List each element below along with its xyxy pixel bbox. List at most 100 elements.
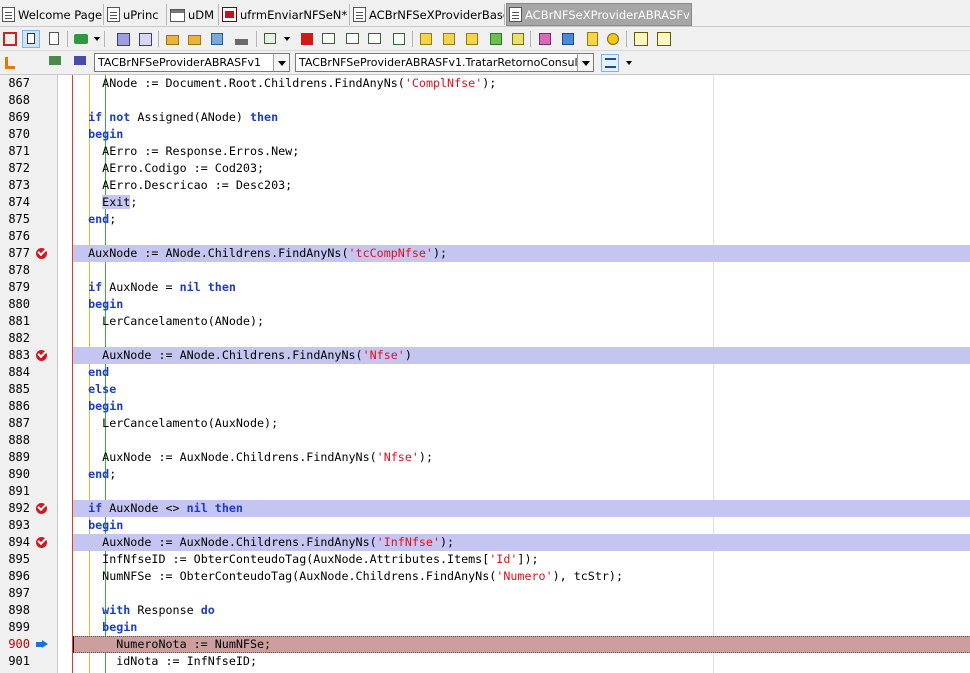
code-line[interactable]: 884 end <box>0 364 970 381</box>
code-line[interactable]: 878 <box>0 262 970 279</box>
history-button[interactable] <box>487 30 505 48</box>
code-line[interactable]: 881 LerCancelamento(ANode); <box>0 313 970 330</box>
database-button[interactable] <box>463 30 481 48</box>
method-selector-dropdown[interactable]: TACBrNFSeProviderABRASFv1.TratarRetornoC… <box>295 53 594 72</box>
code-line[interactable]: 875 end; <box>0 211 970 228</box>
line-highlight <box>73 211 970 228</box>
structure-view-button[interactable] <box>1 30 19 48</box>
code-line[interactable]: 896 NumNFSe := ObterConteudoTag(AuxNode.… <box>0 568 970 585</box>
code-line[interactable]: 888 <box>0 432 970 449</box>
code-line[interactable]: 899 begin <box>0 619 970 636</box>
run-button[interactable] <box>261 30 279 48</box>
deploy-button[interactable] <box>232 30 250 48</box>
component-palette-button[interactable] <box>536 30 554 48</box>
code-line[interactable]: 885 else <box>0 381 970 398</box>
browse-symbol-button[interactable] <box>1 54 19 72</box>
remove-file-button[interactable] <box>186 30 204 48</box>
add-file-button[interactable] <box>164 30 182 48</box>
settings-button[interactable] <box>604 30 622 48</box>
code-line[interactable]: 880 begin <box>0 296 970 313</box>
code-line[interactable]: 898 with Response do <box>0 602 970 619</box>
search-tool-button[interactable] <box>509 30 527 48</box>
chevron-down-icon[interactable] <box>273 54 289 71</box>
code-text: else <box>74 381 116 398</box>
string-literal: 'Nfse' <box>376 450 419 464</box>
tab-acbrnfsexproviderbase[interactable]: ACBrNFSeXProviderBase <box>351 4 505 25</box>
interface-button[interactable] <box>46 54 64 72</box>
breakpoint-line[interactable]: 894 AuxNode := AuxNode.Childrens.FindAny… <box>0 534 970 551</box>
code-line[interactable]: 895 InfNfseID := ObterConteudoTag(AuxNod… <box>0 551 970 568</box>
dropdown-arrow-icon[interactable] <box>284 37 290 41</box>
open-project-button[interactable] <box>72 30 90 48</box>
breakpoint-icon[interactable] <box>36 503 47 514</box>
code-line[interactable]: 873 AErro.Descricao := Desc203; <box>0 177 970 194</box>
code-line[interactable]: 879 if AuxNode = nil then <box>0 279 970 296</box>
code-line[interactable]: 876 <box>0 228 970 245</box>
code-text: end; <box>88 467 117 481</box>
tab-ufrmenviarnfsen[interactable]: ufrmEnviarNFSeN* <box>220 4 350 25</box>
code-line[interactable]: 890 end; <box>0 466 970 483</box>
tab-acbrnfsexproviderabrasfv1[interactable]: ACBrNFSeXProviderABRASFv1 <box>506 3 692 26</box>
code-line[interactable]: 867 ANode := Document.Root.Childrens.Fin… <box>0 75 970 92</box>
toolbar-separator <box>256 31 257 47</box>
dropdown-arrow-icon[interactable] <box>626 61 632 65</box>
breakpoint-icon[interactable] <box>36 537 47 548</box>
trace-into-button[interactable] <box>344 30 362 48</box>
code-line[interactable]: 887 LerCancelamento(AuxNode); <box>0 415 970 432</box>
save-button[interactable] <box>114 30 132 48</box>
notes-icon <box>587 32 598 46</box>
breakpoint-line[interactable]: 892 if AuxNode <> nil then <box>0 500 970 517</box>
tab-uprinc[interactable]: uPrinc <box>105 4 167 25</box>
main-toolbar <box>0 27 970 51</box>
code-line[interactable]: 891 <box>0 483 970 500</box>
code-text: AuxNode := ANode.Childrens.FindAnyNs('tc… <box>88 246 448 260</box>
code-text: with Response do <box>102 603 215 617</box>
run-to-cursor-button[interactable] <box>366 30 384 48</box>
step-over-button[interactable] <box>320 30 338 48</box>
save-all-button[interactable] <box>136 30 154 48</box>
code-text: idNota := InfNfseID; <box>116 654 258 668</box>
code-line[interactable]: 886 begin <box>0 398 970 415</box>
class-selector-dropdown[interactable]: TACBrNFSeProviderABRASFv1 <box>94 53 290 72</box>
implementation-button[interactable] <box>71 54 89 72</box>
run-until-return-button[interactable] <box>390 30 408 48</box>
code-line[interactable]: 893 begin <box>0 517 970 534</box>
line-highlight <box>73 466 970 483</box>
code-line[interactable]: 872 AErro.Codigo := Cod203; <box>0 160 970 177</box>
project-options-button[interactable] <box>208 30 226 48</box>
chevron-down-icon[interactable] <box>577 54 593 71</box>
select-mode-button[interactable] <box>22 30 40 48</box>
code-line[interactable]: 868 <box>0 92 970 109</box>
code-line[interactable]: 870 begin <box>0 126 970 143</box>
code-explorer-button[interactable] <box>417 30 435 48</box>
execution-point-line[interactable]: 900 NumeroNota := NumNFSe; <box>0 636 970 653</box>
code-line[interactable]: 897 <box>0 585 970 602</box>
breakpoint-icon[interactable] <box>36 350 47 361</box>
breakpoint-line[interactable]: 877 AuxNode := ANode.Childrens.FindAnyNs… <box>0 245 970 262</box>
breakpoint-line[interactable]: 883 AuxNode := ANode.Childrens.FindAnyNs… <box>0 347 970 364</box>
breakpoint-icon[interactable] <box>36 248 47 259</box>
code-editor[interactable]: 867 ANode := Document.Root.Childrens.Fin… <box>0 75 970 673</box>
code-text: AuxNode := ANode.Childrens.FindAnyNs('Nf… <box>102 348 412 362</box>
line-number: 894 <box>8 535 30 549</box>
code-line[interactable]: 874 Exit; <box>0 194 970 211</box>
code-line[interactable]: 869 if not Assigned(ANode) then <box>0 109 970 126</box>
about-button[interactable] <box>655 30 673 48</box>
line-number: 886 <box>8 399 30 413</box>
todo-list-button[interactable] <box>440 30 458 48</box>
keyword: begin <box>88 297 124 311</box>
code-line[interactable]: 882 <box>0 330 970 347</box>
help-button[interactable] <box>632 30 650 48</box>
stop-button[interactable] <box>298 30 316 48</box>
view-units-button[interactable] <box>559 30 577 48</box>
code-line[interactable]: 889 AuxNode := AuxNode.Childrens.FindAny… <box>0 449 970 466</box>
keyword: begin <box>102 620 138 634</box>
dropdown-arrow-icon[interactable] <box>94 37 100 41</box>
tab-welcome-page[interactable]: Welcome Page <box>0 4 104 25</box>
notes-button[interactable] <box>583 30 601 48</box>
tab-udm[interactable]: uDM <box>168 4 219 25</box>
code-line[interactable]: 871 AErro := Response.Erros.New; <box>0 143 970 160</box>
code-line[interactable]: 901 idNota := InfNfseID; <box>0 653 970 670</box>
new-file-button[interactable] <box>45 30 63 48</box>
structure-list-button[interactable] <box>601 54 619 72</box>
